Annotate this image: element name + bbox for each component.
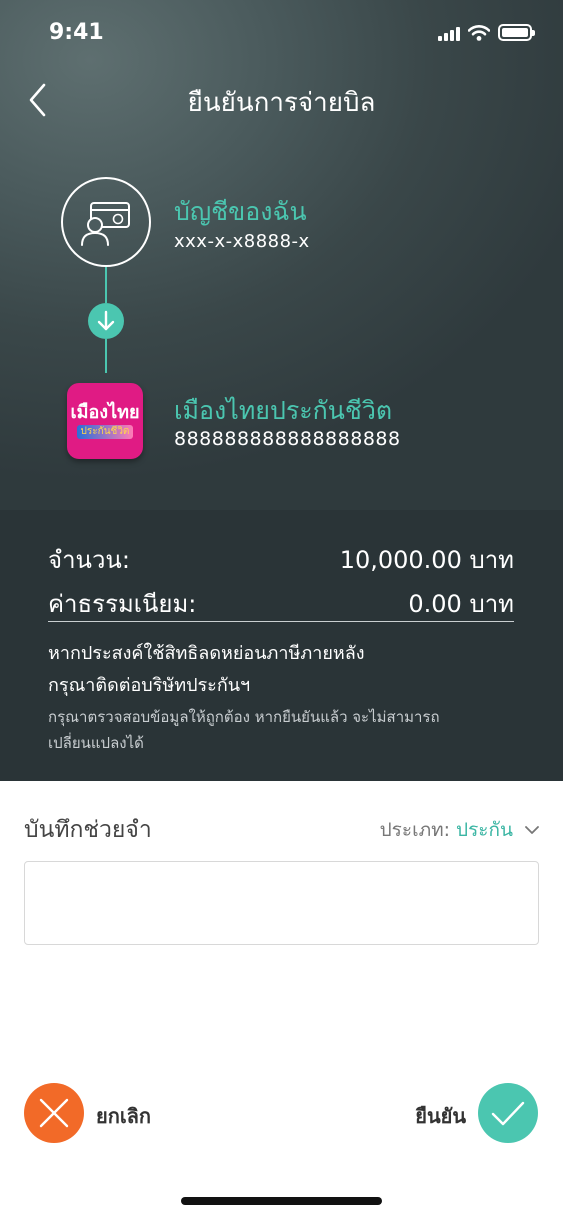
battery-icon xyxy=(498,24,535,41)
signal-icon xyxy=(438,25,460,41)
tax-note: หากประสงค์ใช้สิทธิลดหย่อนภาษีภายหลัง xyxy=(48,643,365,664)
flow-connector xyxy=(105,267,107,303)
chevron-down-icon xyxy=(525,825,539,834)
cancel-label[interactable]: ยกเลิก xyxy=(96,1100,151,1132)
amount-label: จำนวน: xyxy=(48,546,130,574)
flow-connector xyxy=(105,339,107,373)
logo-text-main: เมืองไทย xyxy=(70,402,140,423)
memo-input[interactable] xyxy=(24,861,539,945)
fee-label: ค่าธรรมเนียม: xyxy=(48,590,197,618)
divider xyxy=(48,621,514,622)
memo-label: บันทึกช่วยจำ xyxy=(24,817,152,843)
memo-type-value: ประกัน xyxy=(456,819,513,841)
check-icon xyxy=(491,1101,525,1126)
memo-type-dropdown[interactable]: ประเภท: ประกัน xyxy=(380,815,539,845)
wifi-icon xyxy=(468,24,490,41)
close-icon xyxy=(39,1098,69,1128)
account-card-icon xyxy=(81,202,130,246)
arrow-down-icon xyxy=(88,303,124,339)
account-avatar xyxy=(61,177,151,267)
contact-note: กรุณาติดต่อบริษัทประกันฯ xyxy=(48,675,251,696)
biller-name: เมืองไทยประกันชีวิต xyxy=(174,396,393,425)
cancel-button[interactable] xyxy=(24,1083,84,1143)
amount-value: 10,000.00 บาท xyxy=(339,546,514,574)
status-time: 9:41 xyxy=(49,20,104,45)
logo-text-sub: ประกันชีวิต xyxy=(76,425,134,439)
confirm-button[interactable] xyxy=(478,1083,538,1143)
confirm-label[interactable]: ยืนยัน xyxy=(415,1100,466,1132)
memo-type-label: ประเภท: xyxy=(379,819,451,841)
page-title: ยืนยันการจ่ายบิล xyxy=(187,88,376,118)
biller-reference-number: 888888888888888888 xyxy=(174,428,401,450)
from-account-number: xxx-x-x8888-x xyxy=(174,231,310,252)
home-indicator[interactable] xyxy=(181,1197,382,1205)
fee-value: 0.00 บาท xyxy=(408,590,514,618)
from-account-name: บัญชีของฉัน xyxy=(174,197,307,226)
muang-thai-logo: เมืองไทย ประกันชีวิต xyxy=(67,383,143,459)
status-icons xyxy=(438,24,535,41)
warning-note: กรุณาตรวจสอบข้อมูลให้ถูกต้อง หากยืนยันแล… xyxy=(48,708,440,752)
